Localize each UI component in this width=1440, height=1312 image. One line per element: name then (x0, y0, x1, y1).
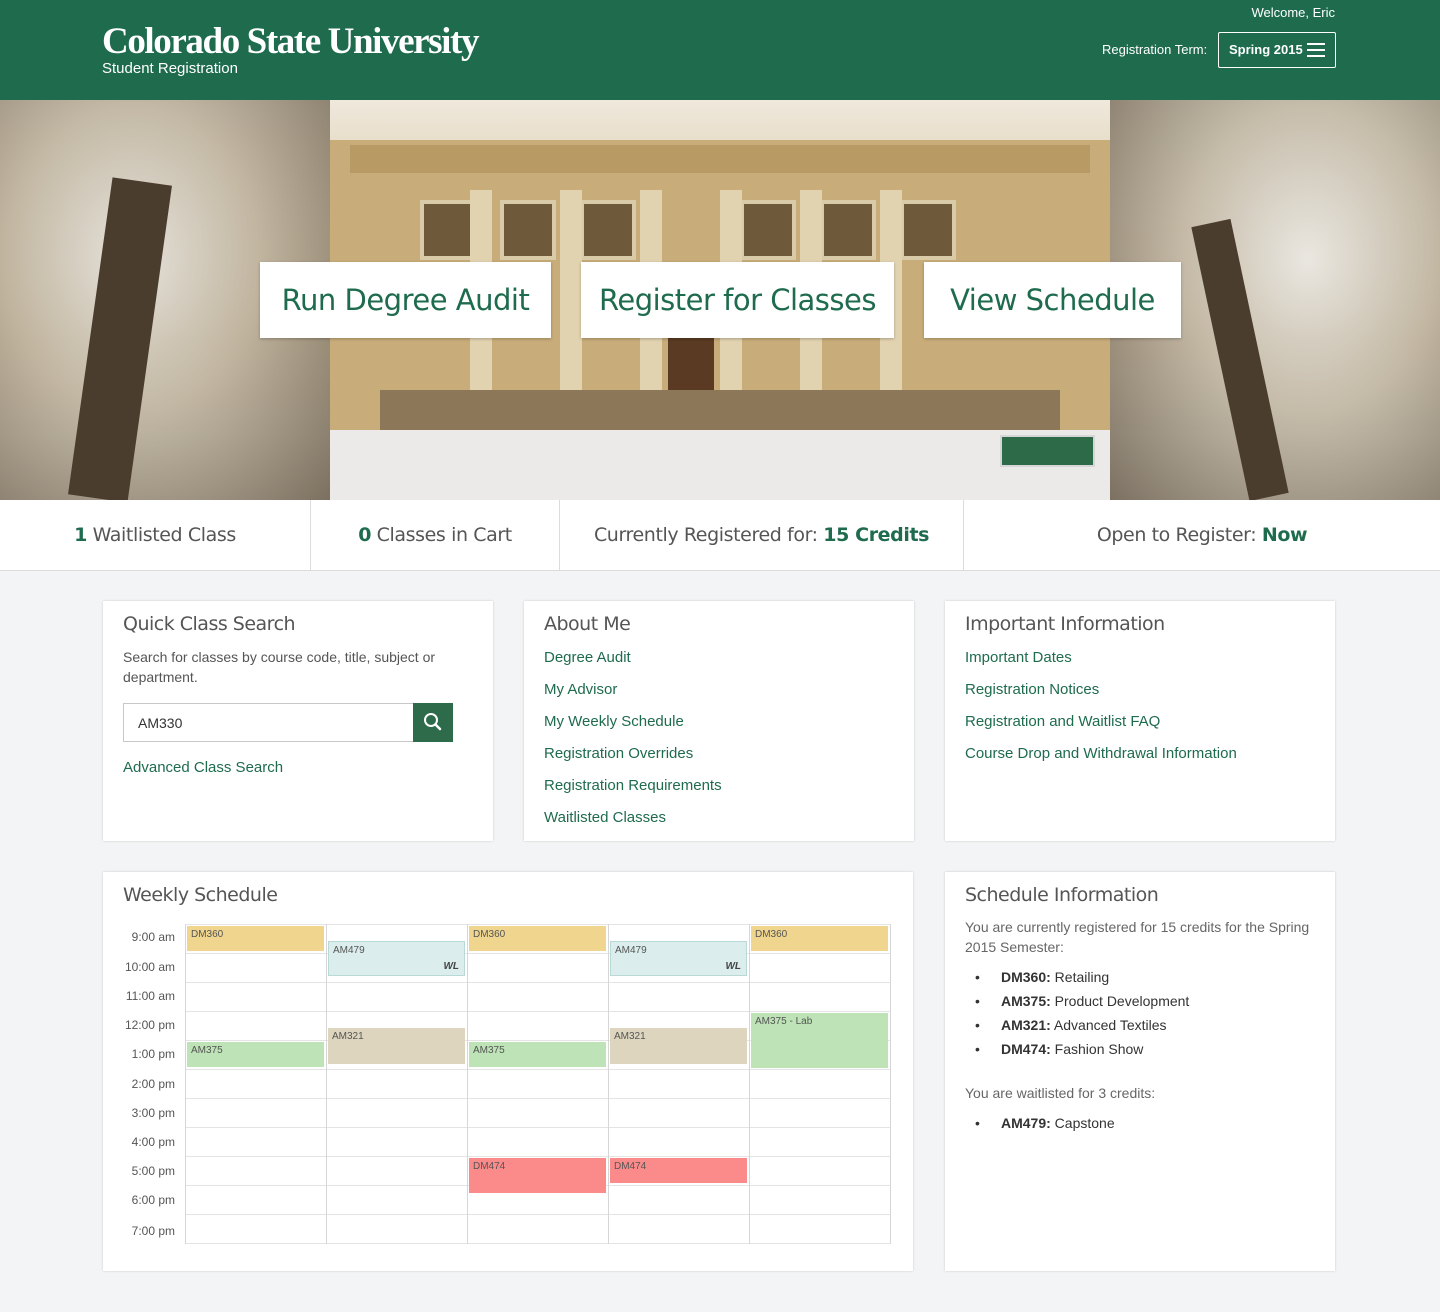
register-for-classes-button[interactable]: Register for Classes (581, 262, 894, 338)
schedule-grid: DM360 AM375 AM479 WL AM321 DM360 AM375 DM… (185, 924, 891, 1244)
welcome-text: Welcome, Eric (1251, 5, 1335, 20)
waitlisted-summary: You are waitlisted for 3 credits: (965, 1085, 1156, 1101)
csu-logo[interactable]: Colorado State University Student Regist… (102, 21, 479, 77)
class-search-input[interactable] (123, 703, 414, 742)
registered-summary: You are currently registered for 15 cred… (965, 919, 1310, 955)
open-to-register-stat: Open to Register: Now (964, 500, 1440, 570)
schedule-event[interactable]: AM321 (610, 1028, 747, 1064)
list-item: AM479: Capstone (965, 1111, 1115, 1135)
schedule-information-card: Schedule Information You are currently r… (945, 872, 1335, 1271)
logo-subtitle: Student Registration (102, 60, 238, 77)
card-title: Important Information (965, 613, 1165, 635)
hamburger-menu-icon[interactable] (1307, 43, 1325, 57)
schedule-event-waitlisted[interactable]: AM479 WL (610, 941, 747, 976)
important-dates-link[interactable]: Important Dates (965, 647, 1237, 679)
term-selector-button[interactable]: Spring 2015 (1218, 32, 1336, 68)
time-label: 9:00 am (131, 930, 175, 944)
cart-stat[interactable]: 0 Classes in Cart (311, 500, 560, 570)
registered-credits-stat: Currently Registered for: 15 Credits (560, 500, 964, 570)
time-label: 6:00 pm (131, 1193, 175, 1207)
schedule-event[interactable]: DM360 (187, 926, 324, 951)
search-description: Search for classes by course code, title… (123, 649, 436, 685)
registered-class-list: DM360: Retailing AM375: Product Developm… (965, 965, 1189, 1061)
schedule-event[interactable]: AM375 - Lab (751, 1013, 888, 1068)
time-label: 2:00 pm (131, 1077, 175, 1091)
registration-term-label: Registration Term: (1102, 42, 1208, 57)
schedule-event[interactable]: DM474 (610, 1158, 747, 1183)
registered-value: 15 Credits (823, 524, 930, 546)
registration-overrides-link[interactable]: Registration Overrides (544, 743, 722, 775)
waitlisted-stat[interactable]: 1 Waitlisted Class (0, 500, 311, 570)
cart-count: 0 (358, 524, 372, 546)
list-item: DM474: Fashion Show (965, 1037, 1189, 1061)
waitlisted-label: Waitlisted Class (86, 524, 237, 546)
registration-stats-bar: 1 Waitlisted Class 0 Classes in Cart Cur… (0, 500, 1440, 571)
hero-banner: Run Degree Audit Register for Classes Vi… (0, 100, 1440, 500)
my-weekly-schedule-link[interactable]: My Weekly Schedule (544, 711, 722, 743)
weekly-schedule-card: Weekly Schedule 9:00 am 10:00 am 11:00 a… (103, 872, 913, 1271)
card-title: About Me (544, 613, 631, 635)
logo-title: Colorado State University (102, 21, 479, 62)
list-item: DM360: Retailing (965, 965, 1189, 989)
list-item: AM375: Product Development (965, 989, 1189, 1013)
time-label: 7:00 pm (131, 1224, 175, 1238)
registration-waitlist-faq-link[interactable]: Registration and Waitlist FAQ (965, 711, 1237, 743)
registered-label: Currently Registered for: (593, 524, 824, 546)
search-button[interactable] (413, 703, 453, 742)
card-title: Schedule Information (965, 884, 1159, 906)
waitlisted-classes-link[interactable]: Waitlisted Classes (544, 807, 722, 839)
time-label: 1:00 pm (131, 1047, 175, 1061)
about-me-links: Degree Audit My Advisor My Weekly Schedu… (544, 647, 722, 839)
card-title: Weekly Schedule (123, 884, 278, 906)
time-label: 11:00 am (125, 989, 175, 1003)
schedule-event[interactable]: AM321 (328, 1028, 465, 1064)
time-label: 12:00 pm (124, 1018, 175, 1032)
time-label: 3:00 pm (131, 1106, 175, 1120)
schedule-event[interactable]: DM360 (469, 926, 606, 951)
schedule-event[interactable]: AM375 (469, 1042, 606, 1067)
open-label: Open to Register: (1096, 524, 1262, 546)
course-drop-withdrawal-link[interactable]: Course Drop and Withdrawal Information (965, 743, 1237, 775)
important-information-card: Important Information Important Dates Re… (945, 601, 1335, 841)
schedule-event-waitlisted[interactable]: AM479 WL (328, 941, 465, 976)
my-advisor-link[interactable]: My Advisor (544, 679, 722, 711)
quick-class-search-card: Quick Class Search Search for classes by… (103, 601, 493, 841)
time-label: 4:00 pm (131, 1135, 175, 1149)
site-header: Colorado State University Student Regist… (0, 0, 1440, 100)
schedule-event[interactable]: AM375 (187, 1042, 324, 1067)
campus-sign (1000, 435, 1095, 467)
run-degree-audit-button[interactable]: Run Degree Audit (260, 262, 551, 338)
view-schedule-button[interactable]: View Schedule (924, 262, 1181, 338)
list-item: AM321: Advanced Textiles (965, 1013, 1189, 1037)
card-title: Quick Class Search (123, 613, 296, 635)
about-me-card: About Me Degree Audit My Advisor My Week… (524, 601, 914, 841)
degree-audit-link[interactable]: Degree Audit (544, 647, 722, 679)
search-icon (424, 713, 442, 731)
schedule-event[interactable]: DM360 (751, 926, 888, 951)
time-label: 5:00 pm (131, 1164, 175, 1178)
waitlist-tag: WL (443, 961, 459, 972)
registration-requirements-link[interactable]: Registration Requirements (544, 775, 722, 807)
time-label: 10:00 am (124, 960, 175, 974)
advanced-class-search-link[interactable]: Advanced Class Search (123, 759, 283, 776)
waitlisted-count: 1 (74, 524, 87, 546)
term-value: Spring 2015 (1229, 42, 1303, 57)
waitlist-tag: WL (725, 961, 741, 972)
waitlisted-class-list: AM479: Capstone (965, 1111, 1115, 1135)
important-links: Important Dates Registration Notices Reg… (965, 647, 1237, 775)
open-value: Now (1261, 524, 1308, 546)
schedule-event[interactable]: DM474 (469, 1158, 606, 1193)
registration-notices-link[interactable]: Registration Notices (965, 679, 1237, 711)
cart-label: Classes in Cart (371, 524, 513, 546)
